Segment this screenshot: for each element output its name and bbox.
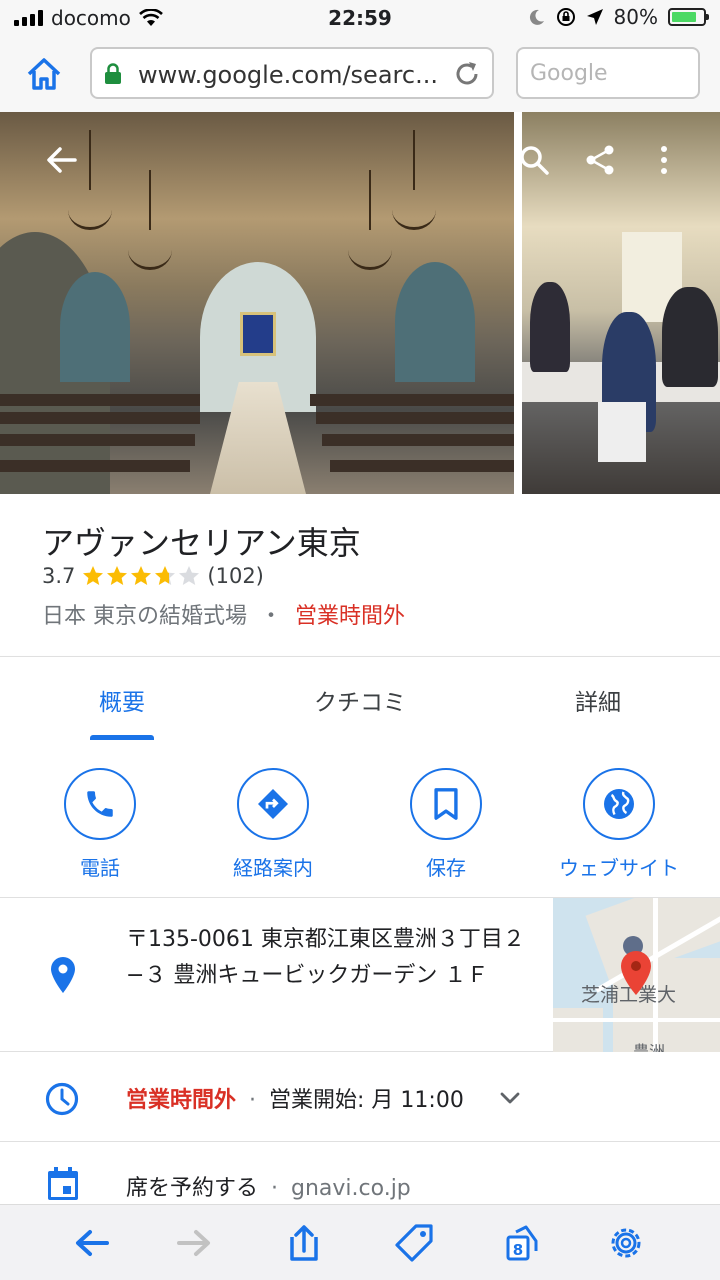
address-text: 〒135-0061 東京都江東区豊洲３丁目２−３ 豊洲キュービックガーデン １Ｆ xyxy=(126,927,525,988)
chevron-down-icon[interactable] xyxy=(498,1086,522,1110)
category-row: 日本 東京の結婚式場 ・ 営業時間外 xyxy=(42,598,405,630)
reservation-source: gnavi.co.jp xyxy=(291,1176,411,1201)
reservation-separator: · xyxy=(271,1176,279,1201)
tab-bar: 概要 クチコミ 詳細 xyxy=(0,656,720,741)
tab-overview[interactable]: 概要 xyxy=(60,683,184,717)
save-button[interactable]: 保存 xyxy=(371,768,521,881)
hours-status: 営業時間外 xyxy=(126,1088,237,1113)
star-icon xyxy=(107,566,128,585)
home-icon[interactable] xyxy=(24,54,64,94)
call-circle xyxy=(64,768,136,840)
lock-icon xyxy=(105,63,121,84)
forward-icon xyxy=(177,1230,210,1256)
location-arrow-icon xyxy=(586,9,603,25)
map-label-2: 豊洲 xyxy=(633,1042,666,1052)
star-half-icon xyxy=(155,566,176,585)
url-text: www.google.com/searc... xyxy=(138,61,438,89)
back-icon[interactable] xyxy=(72,1223,112,1263)
save-circle xyxy=(410,768,482,840)
save-label: 保存 xyxy=(426,856,466,880)
rating-value: 3.7 xyxy=(42,564,76,588)
tag-icon[interactable] xyxy=(394,1223,434,1263)
reservation-label: 席を予約する xyxy=(126,1176,259,1201)
map-thumbnail[interactable]: 芝浦工業大 豊洲 xyxy=(553,898,720,1052)
banquet-photo[interactable] xyxy=(522,112,720,494)
website-button[interactable]: ウェブサイト xyxy=(544,768,694,881)
rating-row[interactable]: 3.7 (102) xyxy=(42,564,264,588)
globe-icon xyxy=(604,789,634,819)
hours-row[interactable]: 営業時間外 · 営業開始: 月 11:00 xyxy=(0,1052,720,1142)
chapel-photo[interactable] xyxy=(0,112,514,494)
directions-circle xyxy=(237,768,309,840)
place-name: アヴァンセリアン東京 xyxy=(42,524,361,562)
bookmark-icon xyxy=(434,788,458,820)
call-label: 電話 xyxy=(80,856,120,880)
search-input[interactable] xyxy=(518,49,698,97)
address-row[interactable]: 〒135-0061 東京都江東区豊洲３丁目２−３ 豊洲キュービックガーデン １Ｆ… xyxy=(0,898,720,1052)
status-bar: docomo 22:59 80% xyxy=(0,0,720,36)
rating-stars xyxy=(81,564,201,588)
place-category: 日本 東京の結婚式場 xyxy=(42,604,247,629)
status-right: 80% xyxy=(528,5,709,29)
address-bar[interactable]: www.google.com/searc... xyxy=(90,47,494,99)
rotation-lock-icon xyxy=(556,8,575,26)
action-row: 電話 経路案内 保存 ウェブサイト xyxy=(0,740,720,898)
search-icon[interactable] xyxy=(522,142,552,178)
hours-separator: · xyxy=(249,1088,257,1113)
reservation-text: 席を予約する · gnavi.co.jp xyxy=(126,1170,411,1202)
star-icon xyxy=(83,566,104,585)
battery-percent: 80% xyxy=(613,5,658,29)
directions-label: 経路案内 xyxy=(233,856,313,880)
back-arrow-icon[interactable] xyxy=(44,142,80,178)
open-status: 営業時間外 xyxy=(295,604,406,629)
review-count: (102) xyxy=(207,564,264,588)
search-box[interactable] xyxy=(516,47,700,99)
star-icon xyxy=(131,566,152,585)
website-circle xyxy=(583,768,655,840)
photo-carousel[interactable] xyxy=(0,112,720,494)
tabs-icon[interactable]: 8 xyxy=(502,1223,542,1263)
browser-toolbar: www.google.com/searc... xyxy=(0,36,720,112)
phone-icon xyxy=(87,791,113,817)
settings-gear-icon[interactable] xyxy=(606,1223,646,1263)
hours-text: 営業時間外 · 営業開始: 月 11:00 xyxy=(126,1082,464,1114)
calendar-icon xyxy=(48,1167,78,1200)
share-upload-icon[interactable] xyxy=(284,1223,324,1263)
location-pin-icon xyxy=(51,957,75,993)
call-button[interactable]: 電話 xyxy=(25,768,175,881)
category-separator: ・ xyxy=(260,604,283,629)
more-vert-icon[interactable] xyxy=(646,142,682,178)
hours-opens: 営業開始: 月 11:00 xyxy=(269,1088,464,1113)
browser-bottom-toolbar: 8 xyxy=(0,1204,720,1280)
map-marker-icon xyxy=(621,951,651,995)
tab-reviews[interactable]: クチコミ xyxy=(282,683,438,717)
svg-text:8: 8 xyxy=(513,1241,523,1259)
directions-icon xyxy=(258,789,288,819)
share-icon[interactable] xyxy=(582,142,618,178)
reservation-row[interactable]: 席を予約する · gnavi.co.jp xyxy=(0,1142,720,1204)
star-empty-icon xyxy=(179,566,200,585)
battery-icon xyxy=(668,8,709,26)
moon-icon xyxy=(529,9,544,25)
directions-button[interactable]: 経路案内 xyxy=(198,768,348,881)
website-label: ウェブサイト xyxy=(559,856,679,880)
clock-icon xyxy=(45,1082,79,1116)
reload-icon[interactable] xyxy=(452,59,482,89)
tab-details[interactable]: 詳細 xyxy=(538,683,658,717)
